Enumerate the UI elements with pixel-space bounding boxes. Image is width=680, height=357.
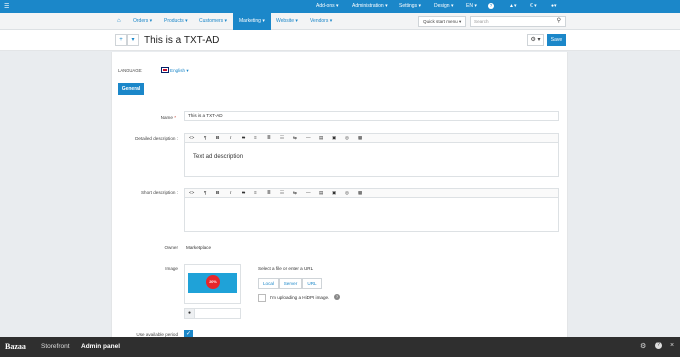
language-label: LANGUAGE: [118,68,143,73]
editor-image-button[interactable]: ▣ [332,135,336,141]
detailed-description-editor[interactable]: Text ad description [184,143,559,177]
image-caption: Select a file or enter a URL [258,266,314,271]
design-menu[interactable]: Design ▾ [434,3,453,9]
name-label: Name * [96,115,176,120]
image-alt-input[interactable]: ● [184,308,241,319]
add-dropdown-button[interactable]: ▾ [127,34,139,46]
help-icon[interactable]: ? [488,3,494,9]
owner-label: Owner [164,245,178,250]
editor-file-button[interactable]: ▩ [358,135,362,141]
editor-bold-button[interactable]: B [216,135,219,140]
nav-marketing[interactable]: Marketing ▾ [233,13,271,30]
search-icon[interactable]: ⚲ [557,17,561,26]
upload-server-button[interactable]: Server [279,278,302,289]
add-button[interactable]: + [115,34,127,46]
search-placeholder: Search [474,19,489,24]
detailed-description-label: Detailed description : [135,136,178,141]
settings-menu[interactable]: Settings ▾ [399,3,421,9]
user-icon[interactable]: ●▾ [551,3,557,9]
image-preview-frame: 20% [184,264,241,304]
bell-caret: ▾ [513,3,517,9]
editor-italic-button[interactable]: I [230,135,231,140]
editor-file-button[interactable]: ▩ [358,190,362,196]
nav-website[interactable]: Website ▾ [276,13,298,30]
bottom-bar: Bazaa Storefront Admin panel ⚙ ? × [0,337,680,357]
storefront-link[interactable]: Storefront [41,343,70,350]
bell-icon[interactable]: ▲▾ [509,3,516,9]
editor-align-button[interactable]: ▤ [319,190,323,196]
editor-hr-button[interactable]: ― [306,190,311,195]
editor-olist-button[interactable]: ≣ [267,190,271,196]
editor-strike-button[interactable]: S [242,190,245,195]
admin-panel-link[interactable]: Admin panel [81,343,120,350]
editor-table-button[interactable]: ☷ [280,190,284,196]
bazaa-logo: Bazaa [5,342,26,351]
help-icon[interactable]: ? [334,294,340,300]
owner-value: Marketplace [186,245,212,250]
editor-italic-button[interactable]: I [230,190,231,195]
short-description-label: Short description : [140,190,178,195]
short-description-editor[interactable] [184,198,559,232]
editor-image-button[interactable]: ▣ [332,190,336,196]
name-input[interactable]: This is a TXT-AD [184,111,559,121]
nav-products[interactable]: Products ▾ [164,13,188,30]
editor-bold-button[interactable]: B [216,190,219,195]
uk-flag-icon [161,67,169,73]
language-selector[interactable]: English ▾ [170,68,189,74]
upload-url-button[interactable]: URL [302,278,322,289]
menu-icon[interactable]: ☰ [4,3,9,10]
quick-start-menu[interactable]: Quick start menu ▾ [418,16,466,27]
comment-icon: ● [185,309,195,318]
image-label: Image [165,266,178,271]
editor-html-button[interactable]: <> [189,135,194,140]
detailed-description-text: Text ad description [193,154,244,160]
language-menu[interactable]: EN ▾ [466,3,477,9]
editor-list-button[interactable]: ≡ [254,190,257,195]
gear-icon[interactable]: ⚙ [640,342,646,350]
editor-align-button[interactable]: ▤ [319,135,323,141]
editor-paragraph-button[interactable]: ¶ [204,135,206,140]
currency-menu[interactable]: € ▾ [530,3,537,9]
editor-strike-button[interactable]: S [242,135,245,140]
main-nav: ⌂ Orders ▾ Products ▾ Customers ▾ Market… [0,13,680,30]
name-label-text: Name [160,115,173,120]
editor-link-button[interactable]: ⇆ [293,190,297,196]
editor-olist-button[interactable]: ≣ [267,135,271,141]
editor-link-button[interactable]: ⇆ [293,135,297,141]
nav-vendors[interactable]: Vendors ▾ [310,13,332,30]
home-icon[interactable]: ⌂ [117,13,121,30]
detailed-editor-toolbar: <> ¶ B I S ≡ ≣ ☷ ⇆ ― ▤ ▣ ◎ ▩ [184,133,559,143]
editor-html-button[interactable]: <> [189,190,194,195]
page-title: This is a TXT-AD [144,35,220,46]
gear-button[interactable]: ⚙ ▾ [527,34,544,46]
editor-video-button[interactable]: ◎ [345,135,349,141]
discount-badge: 20% [206,275,220,289]
ad-image-thumbnail: 20% [188,273,237,293]
short-editor-toolbar: <> ¶ B I S ≡ ≣ ☷ ⇆ ― ▤ ▣ ◎ ▩ [184,188,559,198]
search-input[interactable]: Search ⚲ [470,16,566,27]
save-button[interactable]: Save [547,34,566,46]
hidpi-label: I'm uploading a HiDPI image. [270,295,330,300]
page-toolbar: + ▾ This is a TXT-AD ⚙ ▾ Save [0,30,680,51]
editor-paragraph-button[interactable]: ¶ [204,190,206,195]
tab-general[interactable]: General [118,83,144,95]
editor-hr-button[interactable]: ― [306,135,311,140]
editor-list-button[interactable]: ≡ [254,135,257,140]
editor-table-button[interactable]: ☷ [280,135,284,141]
top-bar: ☰ Add-ons ▾ Administration ▾ Settings ▾ … [0,0,680,13]
administration-menu[interactable]: Administration ▾ [352,3,388,9]
required-asterisk: * [174,115,176,120]
nav-customers[interactable]: Customers ▾ [199,13,227,30]
close-icon[interactable]: × [670,342,674,349]
user-caret: ▾ [554,3,557,9]
nav-orders[interactable]: Orders ▾ [133,13,152,30]
editor-video-button[interactable]: ◎ [345,190,349,196]
addons-menu[interactable]: Add-ons ▾ [316,3,339,9]
upload-local-button[interactable]: Local [258,278,279,289]
hidpi-checkbox[interactable] [258,294,266,302]
help-icon[interactable]: ? [655,342,662,349]
